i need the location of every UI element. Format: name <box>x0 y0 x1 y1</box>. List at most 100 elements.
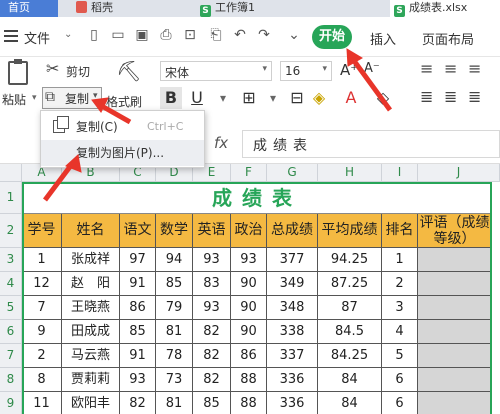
align-right-icon[interactable]: ≣ <box>468 87 481 106</box>
select-all-corner[interactable] <box>0 164 22 182</box>
font-size-select[interactable]: 16 ▾ <box>280 61 332 81</box>
table-cell[interactable]: 94 <box>156 248 193 272</box>
header-cell[interactable]: 评语（成绩等级） <box>418 214 492 248</box>
table-cell[interactable]: 93 <box>193 296 231 320</box>
header-cell[interactable]: 平均成绩 <box>318 214 382 248</box>
table-cell[interactable] <box>418 320 492 344</box>
column-header[interactable]: F <box>231 164 267 182</box>
table-cell[interactable]: 张成祥 <box>62 248 120 272</box>
underline-chevron-icon[interactable]: ▾ <box>212 87 234 109</box>
table-cell[interactable]: 85 <box>120 320 156 344</box>
row-header[interactable]: 6 <box>0 320 22 344</box>
table-cell[interactable]: 84.5 <box>318 320 382 344</box>
table-cell[interactable]: 赵 阳 <box>62 272 120 296</box>
table-cell[interactable]: 7 <box>22 296 62 320</box>
menu-icon[interactable] <box>4 30 18 42</box>
redo-icon[interactable]: ↷ <box>256 27 272 43</box>
copy-chevron-icon[interactable]: ▾ <box>93 91 98 101</box>
row-header[interactable]: 1 <box>0 182 22 214</box>
header-cell[interactable]: 学号 <box>22 214 62 248</box>
table-cell[interactable]: 田成成 <box>62 320 120 344</box>
tab-grades-file[interactable]: S 成绩表.xlsx <box>390 0 500 17</box>
table-cell[interactable]: 336 <box>267 392 318 414</box>
print-icon[interactable]: ⎙ <box>158 27 174 43</box>
underline-icon[interactable]: U <box>186 87 208 109</box>
paste-chevron-icon[interactable]: ▾ <box>32 93 37 103</box>
chevron-down-icon[interactable]: ⌄ <box>64 29 72 40</box>
row-header[interactable]: 5 <box>0 296 22 320</box>
customize-chevron-icon[interactable]: ⌄ <box>286 27 302 43</box>
table-cell[interactable]: 贾莉莉 <box>62 368 120 392</box>
sheet-title-cell[interactable]: 成绩表 <box>22 182 492 214</box>
header-cell[interactable]: 总成绩 <box>267 214 318 248</box>
table-cell[interactable] <box>418 368 492 392</box>
column-header[interactable]: H <box>318 164 382 182</box>
table-cell[interactable]: 349 <box>267 272 318 296</box>
copy-button-group[interactable]: ⧉ 复制 ▾ <box>42 87 102 109</box>
tab-home[interactable]: 首页 <box>0 0 58 17</box>
table-cell[interactable]: 88 <box>231 368 267 392</box>
table-cell[interactable]: 73 <box>156 368 193 392</box>
header-cell[interactable]: 排名 <box>382 214 418 248</box>
table-cell[interactable]: 97 <box>120 248 156 272</box>
table-cell[interactable]: 90 <box>231 296 267 320</box>
table-cell[interactable]: 93 <box>193 248 231 272</box>
border-icon[interactable]: ⊞ <box>238 87 260 109</box>
format-painter-icon[interactable]: ⛏ <box>116 59 141 83</box>
table-cell[interactable]: 93 <box>120 368 156 392</box>
table-cell[interactable]: 2 <box>382 272 418 296</box>
table-cell[interactable]: 9 <box>22 320 62 344</box>
copy-as-picture-menu-item[interactable]: 复制为图片(P)... <box>41 140 204 166</box>
table-cell[interactable]: 81 <box>156 320 193 344</box>
copy-menu-item[interactable]: 复制(C) Ctrl+C <box>41 114 204 140</box>
font-color-icon[interactable]: A <box>340 87 362 109</box>
table-cell[interactable]: 87.25 <box>318 272 382 296</box>
table-cell[interactable]: 90 <box>231 320 267 344</box>
paste-button[interactable]: 粘贴 <box>2 91 26 108</box>
table-cell[interactable]: 8 <box>22 368 62 392</box>
undo-icon[interactable]: ↶ <box>232 27 248 43</box>
table-cell[interactable]: 欧阳丰 <box>62 392 120 414</box>
function-icon[interactable]: fx <box>214 134 228 152</box>
paste-icon[interactable] <box>8 59 28 85</box>
table-cell[interactable]: 83 <box>193 272 231 296</box>
table-cell[interactable]: 94.25 <box>318 248 382 272</box>
table-cell[interactable]: 1 <box>22 248 62 272</box>
open-folder-icon[interactable]: ▭ <box>110 27 126 43</box>
export-icon[interactable]: ⎗ <box>208 27 224 43</box>
table-cell[interactable]: 82 <box>120 392 156 414</box>
increase-font-icon[interactable]: A⁺ <box>340 61 358 79</box>
merge-cells-icon[interactable]: ⊟ <box>286 87 308 109</box>
fill-color-icon[interactable]: ◈ <box>308 87 330 109</box>
row-header[interactable]: 9 <box>0 392 22 414</box>
table-cell[interactable]: 5 <box>382 344 418 368</box>
table-cell[interactable]: 2 <box>22 344 62 368</box>
table-cell[interactable]: 87 <box>318 296 382 320</box>
table-cell[interactable]: 马云燕 <box>62 344 120 368</box>
table-cell[interactable] <box>418 272 492 296</box>
header-cell[interactable]: 数学 <box>156 214 193 248</box>
table-cell[interactable]: 90 <box>231 272 267 296</box>
table-cell[interactable] <box>418 248 492 272</box>
header-cell[interactable]: 语文 <box>120 214 156 248</box>
table-cell[interactable]: 1 <box>382 248 418 272</box>
border-chevron-icon[interactable]: ▾ <box>262 87 284 109</box>
column-header[interactable]: I <box>382 164 418 182</box>
table-cell[interactable]: 78 <box>156 344 193 368</box>
table-cell[interactable]: 12 <box>22 272 62 296</box>
table-cell[interactable]: 81 <box>156 392 193 414</box>
table-cell[interactable]: 85 <box>156 272 193 296</box>
copy-button[interactable]: 复制 <box>65 90 89 107</box>
insert-tab[interactable]: 插入 <box>370 29 396 48</box>
page-layout-tab[interactable]: 页面布局 <box>422 29 474 48</box>
header-cell[interactable]: 英语 <box>193 214 231 248</box>
table-cell[interactable]: 85 <box>193 392 231 414</box>
table-cell[interactable]: 93 <box>231 248 267 272</box>
table-cell[interactable]: 88 <box>231 392 267 414</box>
bold-button[interactable]: B <box>160 87 182 109</box>
header-cell[interactable]: 政治 <box>231 214 267 248</box>
row-header[interactable]: 4 <box>0 272 22 296</box>
table-cell[interactable]: 82 <box>193 368 231 392</box>
align-bottom-icon[interactable]: ≡ <box>468 59 481 78</box>
table-cell[interactable]: 84.25 <box>318 344 382 368</box>
